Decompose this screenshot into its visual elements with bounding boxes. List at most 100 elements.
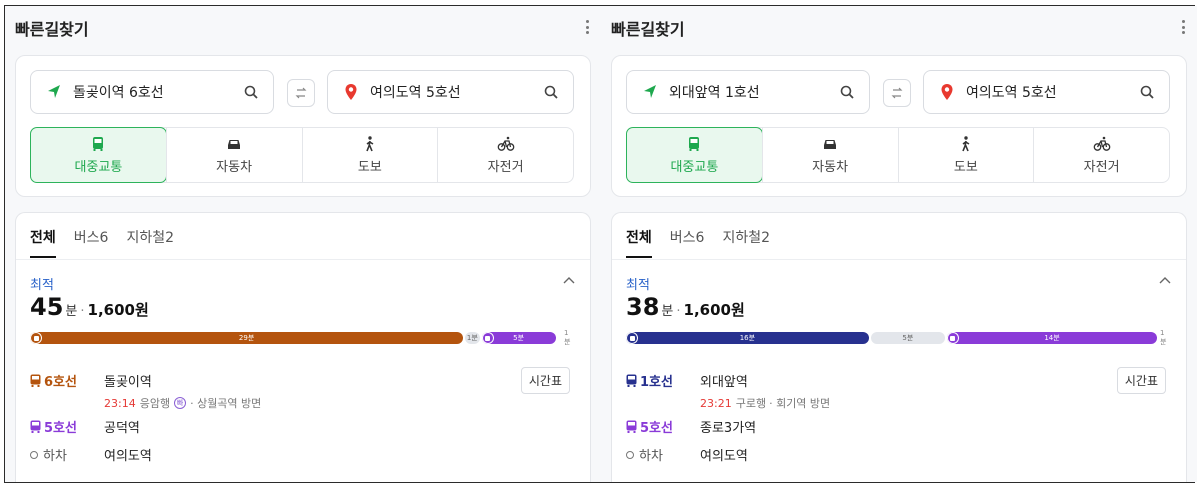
route-summary: 45 분 · 1,600원 [30,293,149,321]
chevron-up-icon[interactable] [562,275,576,285]
timeline-vehicle-icon [946,332,959,344]
map-pin-icon [941,84,953,100]
mode-transit-tab[interactable]: 대중교통 [30,127,167,183]
more-options-icon[interactable] [585,20,589,34]
swap-icon [891,87,903,99]
mode-car-tab[interactable]: 자동차 [761,128,898,182]
line-label: 6호선 [30,371,77,390]
mode-label: 도보 [357,160,382,175]
tab-bus[interactable]: 버스6 [74,227,109,258]
timeline-ride-segment: 14분 [946,332,1158,344]
destination-text: 여의도역 5호선 [370,85,461,101]
mode-car-tab[interactable]: 자동차 [165,128,302,182]
mode-label: 대중교통 [670,160,719,175]
tab-all[interactable]: 전체 [30,227,56,258]
train-direction: 응암행 [139,397,171,410]
timeline-end-label: 1분 [564,329,571,346]
search-icon[interactable] [839,84,855,100]
best-route-label: 최적 [30,278,54,293]
timeline-duration-label: 16분 [739,334,756,342]
swap-button[interactable] [883,79,911,107]
board-station: 외대앞역 [700,375,748,390]
route-panel-right: 빠른길찾기 외대앞역 1호선 여의도역 5호선 대중교통 자동차 도보 자전거 … [601,6,1197,482]
line-label: 5호선 [626,417,673,436]
origin-field[interactable]: 돌곶이역 6호선 [30,70,274,114]
tab-subway[interactable]: 지하철2 [126,227,174,258]
swap-icon [295,87,307,99]
tab-bus[interactable]: 버스6 [670,227,705,258]
mode-bicycle-tab[interactable]: 자전거 [1033,128,1169,182]
timeline-vehicle-icon [481,332,494,344]
total-minutes: 45 [30,293,64,321]
destination-field[interactable]: 여의도역 5호선 [327,70,574,114]
walk-icon [366,136,374,152]
mode-walk-tab[interactable]: 도보 [301,128,438,182]
transfer-station: 종로3가역 [700,421,757,436]
destination-text: 여의도역 5호선 [966,85,1057,101]
mode-walk-tab[interactable]: 도보 [897,128,1034,182]
timeline-ride-segment: 29분 [30,332,464,344]
location-arrow-icon [644,85,656,98]
location-arrow-icon [48,85,60,98]
swap-button[interactable] [287,79,315,107]
alight-ring-icon [30,450,38,459]
alight-text: 하차 [43,449,67,464]
timeline-duration-label: 5분 [902,334,914,342]
subway-icon [626,374,637,387]
timeline-vehicle-icon [30,332,42,344]
chevron-up-icon[interactable] [1158,275,1172,285]
direction-suffix: · 상월곡역 방면 [190,397,262,410]
transport-mode-tabs: 대중교통 자동차 도보 자전거 [626,127,1170,183]
departure-info: 23:21 구로행 · 회기역 방면 [700,395,830,411]
mode-transit-tab[interactable]: 대중교통 [626,127,763,183]
route-timeline-bar: 29분 1분 5분 1분 [30,329,574,346]
total-minutes: 38 [626,293,660,321]
mode-label: 자전거 [1083,160,1120,175]
bus-icon [93,137,104,151]
destination-field[interactable]: 여의도역 5호선 [923,70,1170,114]
tab-all[interactable]: 전체 [626,227,652,258]
car-icon [228,140,241,149]
mode-label: 도보 [953,160,978,175]
search-icon[interactable] [1139,84,1155,100]
mode-bicycle-tab[interactable]: 자전거 [437,128,573,182]
panel-title: 빠른길찾기 [611,20,685,39]
departure-info: 23:14 응암행 빠 · 상월곡역 방면 [104,395,261,411]
alight-station: 여의도역 [700,449,748,464]
route-result-card: 전체 버스6 지하철2 최적 45 분 · 1,600원 29분 1분 5분 1분 6… [15,212,591,482]
express-badge: 빠 [174,397,187,409]
departure-time: 23:21 [700,396,732,410]
timetable-button[interactable]: 시간표 [520,367,570,394]
line-label: 5호선 [30,417,77,436]
departure-time: 23:14 [104,396,136,410]
best-route-label: 최적 [626,278,650,293]
search-icon[interactable] [243,84,259,100]
separator-dot: · [80,304,85,319]
separator-dot: · [676,304,681,319]
timeline-duration-label: 14분 [1044,334,1060,342]
search-card: 외대앞역 1호선 여의도역 5호선 대중교통 자동차 도보 자전거 [611,55,1187,197]
train-direction: 구로행 [735,397,767,410]
timeline-walk-segment: 5분 [870,332,945,344]
timeline-duration-label: 5분 [513,334,525,342]
alight-ring-icon [626,450,634,459]
search-icon[interactable] [543,84,559,100]
timeline-ride-segment: 16분 [626,332,869,344]
route-summary: 38 분 · 1,600원 [626,293,745,321]
subway-icon [30,374,41,387]
route-timeline-bar: 16분 5분 14분 1분 [626,329,1170,346]
timetable-button[interactable]: 시간표 [1116,367,1166,394]
tab-subway[interactable]: 지하철2 [722,227,770,258]
fare: 1,600원 [87,301,149,319]
mode-label: 대중교통 [74,160,123,175]
origin-field[interactable]: 외대앞역 1호선 [626,70,870,114]
more-options-icon[interactable] [1181,20,1185,34]
origin-text: 돌곶이역 6호선 [73,85,164,101]
search-card: 돌곶이역 6호선 여의도역 5호선 대중교통 자동차 도보 자전거 [15,55,591,197]
timeline-walk-segment: 1분 [465,332,480,344]
transfer-station: 공덕역 [104,421,140,436]
route-result-card: 전체 버스6 지하철2 최적 38 분 · 1,600원 16분 5분 14분 1분 … [611,212,1187,482]
line-name: 5호선 [44,421,77,436]
walk-icon [962,136,970,152]
line-label: 1호선 [626,371,673,390]
